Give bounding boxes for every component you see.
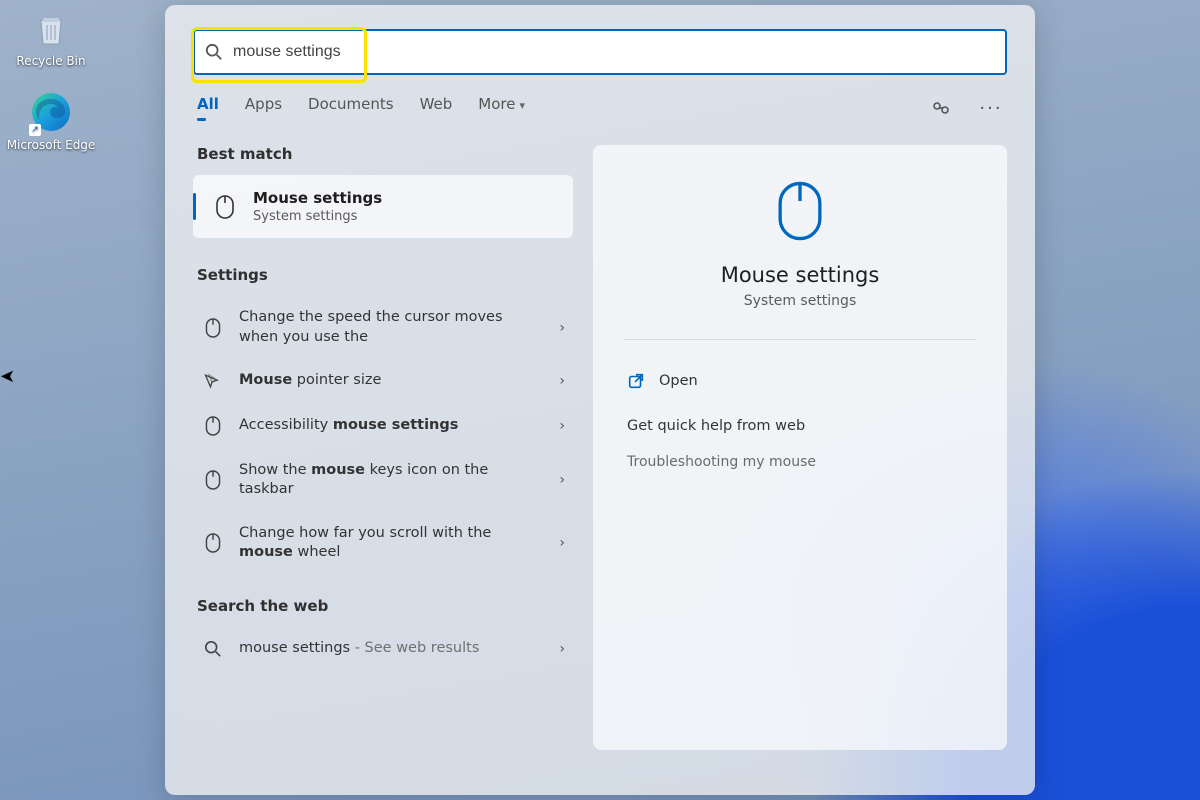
filter-tabs: All Apps Documents Web More▾ ···	[193, 95, 1007, 121]
mouse-cursor-icon: ➤	[0, 366, 15, 387]
preview-title: Mouse settings	[627, 263, 973, 287]
chevron-right-icon: ›	[559, 320, 565, 336]
help-link-troubleshoot[interactable]: Troubleshooting my mouse	[627, 448, 973, 476]
best-match-subtitle: System settings	[253, 209, 382, 224]
desktop-icon-recycle-bin[interactable]: Recycle Bin	[6, 6, 96, 68]
mouse-icon	[201, 415, 225, 437]
pointer-icon	[201, 372, 225, 390]
setting-item-label: Mouse pointer size	[239, 371, 545, 391]
chevron-right-icon: ›	[559, 535, 565, 551]
setting-item-accessibility-mouse[interactable]: Accessibility mouse settings ›	[193, 403, 573, 449]
help-heading: Get quick help from web	[627, 418, 973, 434]
quick-search-icon[interactable]	[929, 96, 953, 120]
mouse-large-icon	[768, 179, 832, 243]
setting-item-scroll-wheel[interactable]: Change how far you scroll with the mouse…	[193, 512, 573, 575]
mouse-icon	[201, 532, 225, 554]
tab-all[interactable]: All	[197, 95, 219, 121]
setting-item-label: Change how far you scroll with the mouse…	[239, 524, 545, 563]
best-match-title: Mouse settings	[253, 189, 382, 207]
tab-apps[interactable]: Apps	[245, 95, 282, 121]
tab-web[interactable]: Web	[420, 95, 453, 121]
web-search-item[interactable]: mouse settings - See web results ›	[193, 627, 573, 671]
desktop-icon-label: Recycle Bin	[16, 54, 85, 68]
preview-subtitle: System settings	[627, 293, 973, 309]
mouse-icon	[211, 193, 239, 221]
chevron-right-icon: ›	[559, 373, 565, 389]
web-search-label: mouse settings - See web results	[239, 639, 545, 659]
preview-pane: Mouse settings System settings Open Get …	[593, 145, 1007, 750]
more-options-icon[interactable]: ···	[979, 96, 1003, 120]
edge-icon: ↗	[29, 90, 73, 134]
section-best-match: Best match	[197, 145, 573, 163]
search-icon	[205, 43, 223, 61]
setting-item-label: Accessibility mouse settings	[239, 416, 545, 436]
setting-item-cursor-speed[interactable]: Change the speed the cursor moves when y…	[193, 296, 573, 359]
setting-item-label: Show the mouse keys icon on the taskbar	[239, 461, 545, 500]
desktop-icon-edge[interactable]: ↗ Microsoft Edge	[6, 90, 96, 152]
desktop-icon-label: Microsoft Edge	[7, 138, 96, 152]
open-label: Open	[659, 373, 698, 389]
mouse-icon	[201, 469, 225, 491]
chevron-right-icon: ›	[559, 418, 565, 434]
search-input[interactable]	[231, 42, 995, 62]
open-external-icon	[627, 372, 645, 390]
setting-item-pointer-size[interactable]: Mouse pointer size ›	[193, 359, 573, 403]
search-panel: All Apps Documents Web More▾ ··· Best ma…	[165, 5, 1035, 795]
tab-more[interactable]: More▾	[478, 95, 525, 121]
chevron-down-icon: ▾	[519, 99, 525, 112]
chevron-right-icon: ›	[559, 641, 565, 657]
tab-documents[interactable]: Documents	[308, 95, 394, 121]
setting-item-mouse-keys-taskbar[interactable]: Show the mouse keys icon on the taskbar …	[193, 449, 573, 512]
best-match-item[interactable]: Mouse settings System settings	[193, 175, 573, 238]
open-action[interactable]: Open	[627, 364, 973, 398]
recycle-bin-icon	[29, 6, 73, 50]
mouse-icon	[201, 317, 225, 339]
divider	[623, 339, 977, 340]
section-settings: Settings	[197, 266, 573, 284]
chevron-right-icon: ›	[559, 472, 565, 488]
section-search-web: Search the web	[197, 597, 573, 615]
search-icon	[201, 640, 225, 658]
shortcut-arrow-icon: ↗	[29, 124, 41, 136]
results-column: Best match Mouse settings System setting…	[193, 145, 573, 750]
search-box[interactable]	[193, 29, 1007, 75]
setting-item-label: Change the speed the cursor moves when y…	[239, 308, 545, 347]
